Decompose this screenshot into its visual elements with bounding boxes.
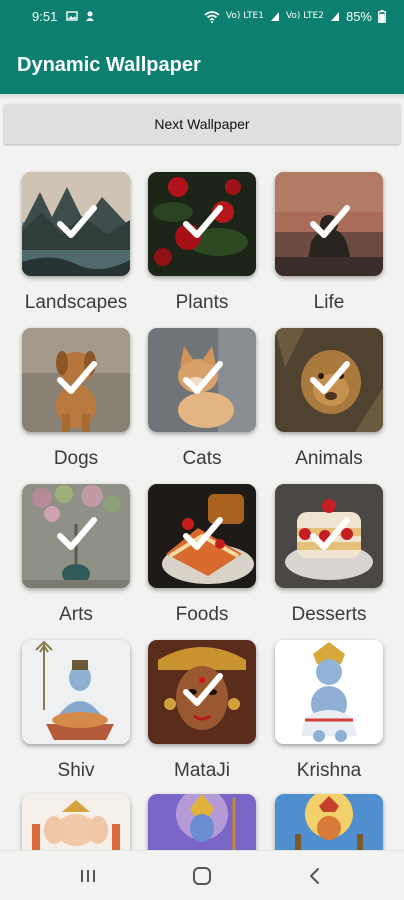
category-label: Cats [182, 448, 222, 469]
category-label: MataJi [174, 760, 230, 781]
recents-icon[interactable] [73, 863, 103, 889]
category-tile-dogs[interactable] [22, 328, 130, 432]
app-bar: Dynamic Wallpaper [0, 34, 404, 94]
app-title: Dynamic Wallpaper [17, 54, 201, 76]
category-label: Desserts [291, 604, 367, 625]
image-icon [66, 11, 78, 21]
krishna-image [275, 640, 383, 744]
category-tile-animals[interactable] [275, 328, 383, 432]
category-label: Life [313, 292, 345, 313]
signal-icon [330, 12, 339, 21]
category-label: Landscapes [24, 292, 128, 313]
status-time: 9:51 [32, 9, 58, 24]
category-tile-arts[interactable] [22, 484, 130, 588]
category-label: Shiv [57, 760, 95, 781]
category-label: Krishna [296, 760, 362, 781]
notification-icon [86, 11, 94, 21]
category-label: Animals [295, 448, 363, 469]
app-bar-shadow [0, 94, 404, 100]
battery-icon [378, 10, 386, 23]
category-tile-cats[interactable] [148, 328, 256, 432]
category-label: Dogs [53, 448, 99, 469]
signal-2-label: Vo) LTE2 [285, 11, 324, 21]
category-tile-foods[interactable] [148, 484, 256, 588]
wifi-icon [204, 10, 220, 23]
check-icon [183, 205, 223, 238]
home-icon[interactable] [187, 863, 217, 889]
navigation-bar [0, 850, 404, 900]
check-icon [57, 361, 97, 394]
signal-1-label: Vo) LTE1 [225, 11, 264, 21]
category-label: Foods [175, 604, 229, 625]
battery-percent: 85% [345, 9, 372, 24]
next-wallpaper-button[interactable]: Next Wallpaper [4, 104, 400, 144]
check-icon [183, 361, 223, 394]
category-label: Arts [59, 604, 93, 625]
category-tile-shiv[interactable] [22, 640, 130, 744]
check-icon [310, 517, 350, 550]
status-bar: 9:51 Vo) LTE1 Vo) LTE2 85% [0, 0, 404, 34]
check-icon [310, 205, 350, 238]
check-icon [57, 517, 97, 550]
back-icon[interactable] [300, 863, 330, 889]
check-icon [57, 205, 97, 238]
signal-icon [270, 12, 279, 21]
category-tile-landscapes[interactable] [22, 172, 130, 276]
category-tile-desserts[interactable] [275, 484, 383, 588]
category-tile-plants[interactable] [148, 172, 256, 276]
category-tile-life[interactable] [275, 172, 383, 276]
category-tile-mataji[interactable] [148, 640, 256, 744]
category-tile-krishna[interactable] [275, 640, 383, 744]
check-icon [183, 673, 223, 706]
check-icon [183, 517, 223, 550]
shiv-image [22, 640, 130, 744]
category-label: Plants [175, 292, 229, 313]
check-icon [310, 361, 350, 394]
